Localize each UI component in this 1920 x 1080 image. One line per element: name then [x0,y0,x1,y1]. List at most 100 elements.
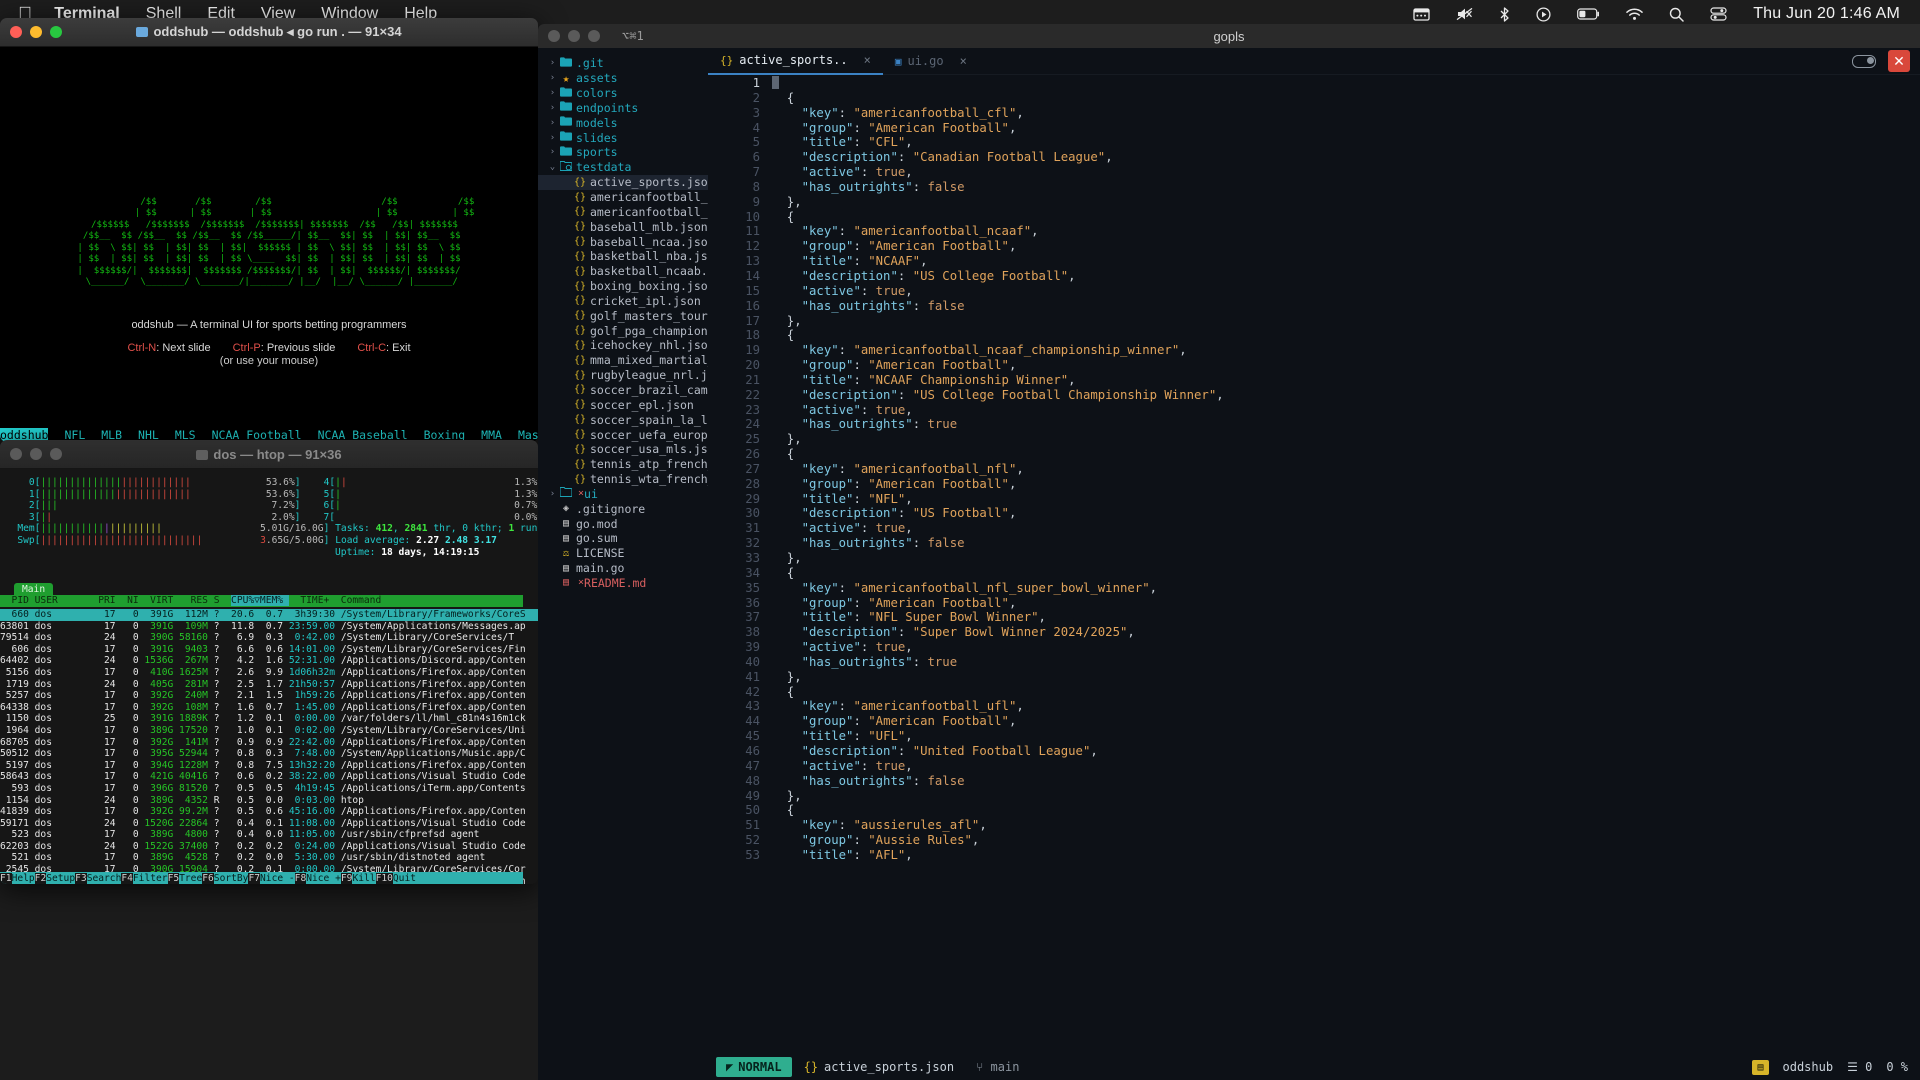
tab-ui-go[interactable]: ▣ ui.go × [883,48,979,74]
code-line[interactable]: 50 { [708,803,1920,818]
code-line[interactable]: 31 "active": true, [708,521,1920,536]
code-line[interactable]: 34 { [708,566,1920,581]
code-line[interactable]: 13 "title": "NCAAF", [708,254,1920,269]
chevron-icon[interactable]: › [546,489,559,499]
tree-item-icehockey-nhl-json[interactable]: {} icehockey_nhl.json [538,338,708,353]
tree-item-mma-mixed-martial-[interactable]: {} mma_mixed_martial_ [538,353,708,368]
code-line[interactable]: 18 { [708,328,1920,343]
tree-item-soccer-uefa-europa[interactable]: {} soccer_uefa_europa [538,427,708,442]
code-line[interactable]: 1 [708,76,1920,91]
htop-process-row[interactable]: 79514 dos 24 0 390G 58160 ? 6.9 0.3 0:42… [0,632,538,644]
tree-item-baseball-ncaa-json[interactable]: {} baseball_ncaa.json [538,234,708,249]
minimize-window-button[interactable] [30,26,42,38]
code-line[interactable]: 35 "key": "americanfootball_nfl_super_bo… [708,581,1920,596]
close-window-button-editor[interactable] [548,30,560,42]
close-window-button[interactable] [10,26,22,38]
tree-item-assets[interactable]: › ★ assets [538,71,708,86]
htop-fkey-f10[interactable]: F10 [375,873,393,884]
control-center-icon[interactable] [1710,7,1727,21]
terminal-body-htop[interactable]: 0[|||||||||||||||||||||||||| 53.6%] 4[||… [0,469,538,884]
tree-item-golf-masters-tourn[interactable]: {} golf_masters_tourn [538,308,708,323]
code-line[interactable]: 29 "title": "NFL", [708,492,1920,507]
code-line[interactable]: 36 "group": "American Football", [708,596,1920,611]
htop-function-key-bar[interactable]: F1HelpF2SetupF3SearchF4FilterF5TreeF6Sor… [0,872,523,884]
htop-process-row[interactable]: 64402 dos 24 0 1536G 267M ? 4.2 1.6 52:3… [0,655,538,667]
tree-item-boxing-boxing-json[interactable]: {} boxing_boxing.json [538,279,708,294]
htop-fkey-label[interactable]: Tree [179,873,202,884]
code-line[interactable]: 14 "description": "US College Football", [708,269,1920,284]
htop-fkey-label[interactable]: Nice - [260,873,295,884]
tree-item-models[interactable]: › models [538,115,708,130]
code-line[interactable]: 32 "has_outrights": false [708,536,1920,551]
chevron-icon[interactable]: › [546,118,559,128]
theme-toggle-icon[interactable] [1852,54,1876,68]
htop-process-row[interactable]: 62203 dos 24 0 1522G 37400 ? 0.2 0.2 0:2… [0,841,538,853]
code-line[interactable]: 3 "key": "americanfootball_cfl", [708,106,1920,121]
minimize-window-button-editor[interactable] [568,30,580,42]
tree-item-soccer-epl-json[interactable]: {} soccer_epl.json [538,397,708,412]
file-tree[interactable]: › .git › ★ assets › colors › endpoints › models › sl… [538,48,708,1080]
tree-item-soccer-brazil-camp[interactable]: {} soccer_brazil_camp [538,383,708,398]
htop-process-row[interactable]: 1154 dos 24 0 389G 4352 R 0.5 0.0 0:03.0… [0,795,538,807]
now-playing-icon[interactable] [1536,6,1551,22]
htop-process-row[interactable]: 68705 dos 17 0 392G 141M ? 0.9 0.9 22:42… [0,737,538,749]
tree-item-readme-md[interactable]: ▤ × README.md [538,576,708,591]
tree-item-sports[interactable]: › sports [538,145,708,160]
htop-fkey-f5[interactable]: F5 [167,873,180,884]
close-window-button-htop[interactable] [10,448,22,460]
code-line[interactable]: 5 "title": "CFL", [708,135,1920,150]
htop-fkey-label[interactable]: Nice + [306,873,341,884]
code-line[interactable]: 24 "has_outrights": true [708,417,1920,432]
code-editor-pane[interactable]: {} active_sports.. × ▣ ui.go × ✕ 12 {3 "… [708,48,1920,1080]
volume-muted-icon[interactable] [1456,7,1473,21]
htop-process-row[interactable]: 1719 dos 24 0 405G 281M ? 2.5 1.7 21h50:… [0,679,538,691]
terminal-body-oddshub[interactable]: /$$ /$$ /$$ /$$ /$$ | $$ | $$ | $$ | $$ … [0,47,538,442]
code-line[interactable]: 40 "has_outrights": true [708,655,1920,670]
htop-fkey-label[interactable]: Setup [46,873,75,884]
chevron-icon[interactable]: ⌄ [546,162,559,172]
maximize-window-button-editor[interactable] [588,30,600,42]
close-editor-button[interactable]: ✕ [1888,50,1910,72]
tree-item-testdata[interactable]: ⌄ testdata [538,160,708,175]
code-line[interactable]: 33 }, [708,551,1920,566]
htop-fkey-f7[interactable]: F7 [248,873,261,884]
code-line[interactable]: 16 "has_outrights": false [708,299,1920,314]
tree-item-americanfootball-n[interactable]: {} americanfootball_n [538,204,708,219]
code-line[interactable]: 48 "has_outrights": false [708,774,1920,789]
htop-process-row[interactable]: 521 dos 17 0 389G 4528 ? 0.2 0.0 5:30.00… [0,852,538,864]
tree-item-americanfootball-n[interactable]: {} americanfootball_n [538,190,708,205]
tree-item-tennis-atp-french-[interactable]: {} tennis_atp_french_ [538,457,708,472]
htop-fkey-f3[interactable]: F3 [75,873,87,884]
close-tab-icon[interactable]: × [960,54,967,68]
code-line[interactable]: 7 "active": true, [708,165,1920,180]
chevron-icon[interactable]: › [546,73,559,83]
chevron-icon[interactable]: › [546,133,559,143]
terminal-window-htop[interactable]: dos — htop — 91×36 0[|||||||||||||||||||… [0,440,538,884]
tree-item-active-sports-json[interactable]: {} active_sports.json [538,174,708,190]
bluetooth-icon[interactable] [1499,6,1510,22]
screen-mirroring-icon[interactable] [1413,7,1430,21]
htop-fkey-label[interactable]: Help [12,873,35,884]
code-line[interactable]: 27 "key": "americanfootball_nfl", [708,462,1920,477]
htop-process-row[interactable]: 5156 dos 17 0 410G 1625M ? 2.6 9.9 1d06h… [0,667,538,679]
maximize-window-button-htop[interactable] [50,448,62,460]
window-traffic-lights-htop[interactable] [0,448,62,460]
menu-bar-clock[interactable]: Thu Jun 20 1:46 AM [1753,5,1900,23]
code-line[interactable]: 26 { [708,447,1920,462]
wifi-icon[interactable] [1626,8,1643,21]
tree-item-go-mod[interactable]: ▤ go.mod [538,516,708,531]
htop-fkey-label[interactable]: SortBy [214,873,249,884]
htop-process-row[interactable]: 606 dos 17 0 391G 9403 ? 6.6 0.6 14:01.0… [0,644,538,656]
minimize-window-button-htop[interactable] [30,448,42,460]
tree-item-colors[interactable]: › colors [538,86,708,101]
code-line[interactable]: 10 { [708,210,1920,225]
chevron-icon[interactable]: › [546,88,559,98]
htop-fkey-f4[interactable]: F4 [121,873,133,884]
htop-process-row[interactable]: 58643 dos 17 0 421G 40416 ? 0.6 0.2 38:2… [0,771,538,783]
code-line[interactable]: 45 "title": "UFL", [708,729,1920,744]
htop-process-row[interactable]: 59171 dos 24 0 1520G 22864 ? 0.4 0.1 11:… [0,818,538,830]
htop-fkey-label[interactable]: Quit [393,873,416,884]
code-line[interactable]: 39 "active": true, [708,640,1920,655]
htop-fkey-f1[interactable]: F1 [0,873,12,884]
code-line[interactable]: 6 "description": "Canadian Football Leag… [708,150,1920,165]
